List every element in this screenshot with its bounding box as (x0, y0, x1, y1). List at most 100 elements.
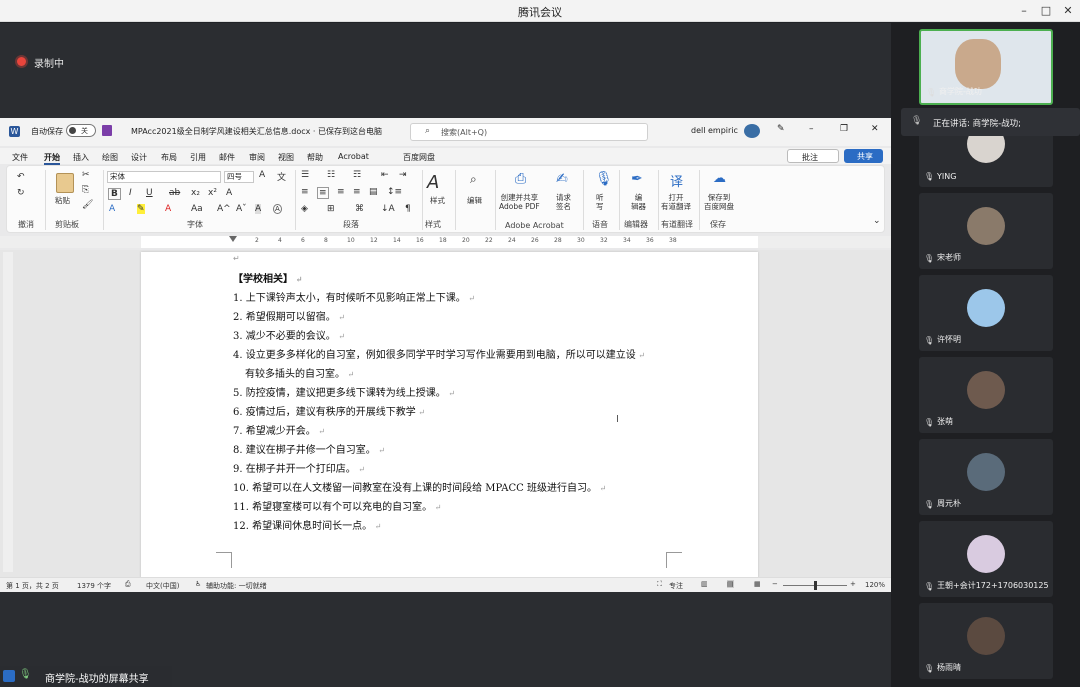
participant-tile[interactable]: 🎙 许怀明 (919, 275, 1053, 351)
status-words[interactable]: 1379 个字 (77, 581, 111, 591)
menu-acrobat[interactable]: Acrobat (338, 152, 369, 161)
undo-icon[interactable]: ↶ (17, 172, 25, 182)
find-icon[interactable]: ⌕ (470, 172, 477, 187)
zoom-slider-thumb[interactable] (814, 581, 817, 590)
create-pdf-button[interactable]: 创建并共享 Adobe PDF (499, 193, 540, 211)
save-baidu-button[interactable]: 保存到 百度网盘 (704, 193, 734, 211)
italic-icon[interactable]: I (129, 188, 132, 198)
align-center-icon[interactable]: ≡ (317, 187, 329, 199)
document-line[interactable]: 7. 希望减少开会。 ↵ (233, 422, 325, 437)
paste-icon[interactable] (56, 173, 74, 193)
minimize-icon[interactable]: – (1013, 3, 1035, 19)
request-sign-button[interactable]: 请求 签名 (556, 193, 571, 211)
menu-help[interactable]: 帮助 (307, 152, 323, 163)
user-avatar[interactable] (744, 124, 760, 138)
horizontal-ruler[interactable]: 2 4 6 8 10 12 14 16 18 20 22 24 26 28 30 32 34 36 38 (0, 236, 891, 248)
menu-layout[interactable]: 布局 (161, 152, 177, 163)
font-size-select[interactable]: 四号 (224, 171, 254, 183)
cut-icon[interactable]: ✂ (82, 170, 90, 180)
document-line[interactable]: 6. 疫情过后，建议有秩序的开展线下教学 ↵ (233, 403, 425, 418)
menu-file[interactable]: 文件 (12, 152, 28, 163)
font-color-icon[interactable]: A (165, 204, 171, 214)
shrink-font-icon[interactable]: Aˇ (236, 204, 247, 214)
print-layout-icon[interactable]: ▤ (727, 580, 734, 588)
menu-baidu[interactable]: 百度网盘 (403, 152, 435, 163)
document-line[interactable]: 9. 在梆子井开一个打印店。 ↵ (233, 460, 365, 475)
menu-design[interactable]: 设计 (131, 152, 147, 163)
participant-tile[interactable]: 🎙 宋老师 (919, 193, 1053, 269)
decrease-indent-icon[interactable]: ⇤ (381, 170, 389, 180)
status-page[interactable]: 第 1 页，共 2 页 (6, 581, 59, 591)
dictate-button[interactable]: 听写 (596, 193, 604, 211)
participant-tile[interactable]: 🎙 张萌 (919, 357, 1053, 433)
status-language[interactable]: 中文(中国) (146, 581, 179, 591)
document-line[interactable]: 1. 上下课铃声太小，有时候听不见影响正常上下课。 ↵ (233, 289, 475, 304)
document-page[interactable]: ↵ 【学校相关】 ↵ 1. 上下课铃声太小，有时候听不见影响正常上下课。 ↵ 2. … (141, 252, 758, 578)
menu-draw[interactable]: 绘图 (102, 152, 118, 163)
format-painter-icon[interactable]: 🖌 (82, 200, 93, 210)
show-marks-icon[interactable]: ¶ (405, 204, 411, 214)
share-button[interactable]: 共享 (844, 149, 883, 163)
bullets-icon[interactable]: ☰ (301, 170, 309, 180)
minimize-icon[interactable]: – (809, 124, 814, 134)
recording-label[interactable]: 录制中 (34, 55, 64, 70)
grow-font-icon[interactable]: A^ (217, 204, 231, 214)
enclose-char-icon[interactable]: A (273, 204, 282, 214)
menu-mailings[interactable]: 邮件 (219, 152, 235, 163)
create-pdf-icon[interactable]: ⎙ (515, 171, 526, 187)
font-name-select[interactable]: 宋体 (107, 171, 221, 183)
bold-icon[interactable]: B (108, 188, 121, 200)
document-line[interactable]: 5. 防控疫情，建议把更多线下课转为线上授课。 ↵ (233, 384, 455, 399)
proofing-icon[interactable]: ⎙ (125, 580, 131, 589)
document-line[interactable]: 【学校相关】 ↵ (233, 270, 303, 285)
indent-marker[interactable] (229, 236, 237, 248)
document-line[interactable]: 8. 建议在梆子井修一个自习室。 ↵ (233, 441, 385, 456)
styles-icon[interactable]: A (427, 172, 439, 193)
user-name[interactable]: dell empiric (691, 126, 738, 135)
text-effect-icon[interactable]: A (226, 188, 232, 198)
styles-label[interactable]: 样式 (430, 196, 445, 205)
document-line[interactable]: 4. 设立更多多样化的自习室，例如很多同学平时学习写作业需要用到电脑，所以可以建… (233, 346, 645, 361)
zoom-out-icon[interactable]: − (772, 580, 778, 588)
status-focus[interactable]: 专注 (669, 581, 683, 591)
strikethrough-icon[interactable]: ab (169, 188, 180, 198)
web-layout-icon[interactable]: ▦ (754, 580, 761, 588)
participant-tile[interactable]: 🎙 周元朴 (919, 439, 1053, 515)
autosave-toggle[interactable]: 关 (66, 124, 96, 137)
baidu-cloud-icon[interactable]: ☁ (713, 171, 726, 186)
highlight-icon[interactable]: ✎ (137, 204, 145, 214)
text-effects-icon[interactable]: A (109, 204, 115, 214)
vertical-ruler[interactable] (3, 252, 13, 572)
line-spacing-icon[interactable]: ↕≡ (387, 187, 402, 197)
microphone-icon[interactable]: 🎙 (595, 171, 613, 187)
pen-icon[interactable]: ✎ (777, 124, 785, 134)
increase-indent-icon[interactable]: ⇥ (399, 170, 407, 180)
clear-format-icon[interactable]: 文 (277, 170, 286, 183)
request-sign-icon[interactable]: ✍ (556, 171, 568, 187)
save-icon[interactable] (102, 125, 112, 136)
share-label-bar[interactable]: 🎙 商学院-战功的屏幕共享 (0, 666, 172, 687)
search-input[interactable]: ⌕ 搜索(Alt+Q) (410, 123, 648, 141)
editor-button[interactable]: 编辑器 (631, 193, 646, 211)
menu-insert[interactable]: 插入 (73, 152, 89, 163)
close-icon[interactable]: ✕ (1057, 3, 1079, 19)
translate-button[interactable]: 打开 有道翻译 (661, 193, 691, 211)
participant-tile[interactable]: 🎙 商学院-战功 (919, 29, 1053, 105)
edit-label[interactable]: 编辑 (467, 196, 482, 205)
multilevel-list-icon[interactable]: ☶ (353, 170, 361, 180)
editor-icon[interactable]: ✒ (631, 171, 643, 187)
superscript-icon[interactable]: x² (208, 188, 217, 198)
copy-icon[interactable]: ⎘ (82, 185, 89, 195)
align-right-icon[interactable]: ≡ (337, 187, 345, 197)
document-title[interactable]: MPAcc2021级全日制学风建设相关汇总信息.docx · 已保存到这台电脑 (131, 126, 382, 137)
justify-icon[interactable]: ≡ (353, 187, 361, 197)
subscript-icon[interactable]: x₂ (191, 188, 200, 198)
underline-icon[interactable]: U (146, 188, 153, 198)
borders-icon[interactable]: ⊞ (327, 204, 335, 214)
shading-icon[interactable]: ◈ (301, 204, 308, 214)
document-line[interactable]: 3. 减少不必要的会议。 ↵ (233, 327, 345, 342)
focus-icon[interactable]: ⛶ (657, 580, 662, 589)
redo-icon[interactable]: ↻ (17, 188, 25, 198)
font-grow-icon[interactable]: A (259, 170, 265, 180)
comment-button[interactable]: 批注 (787, 149, 839, 163)
